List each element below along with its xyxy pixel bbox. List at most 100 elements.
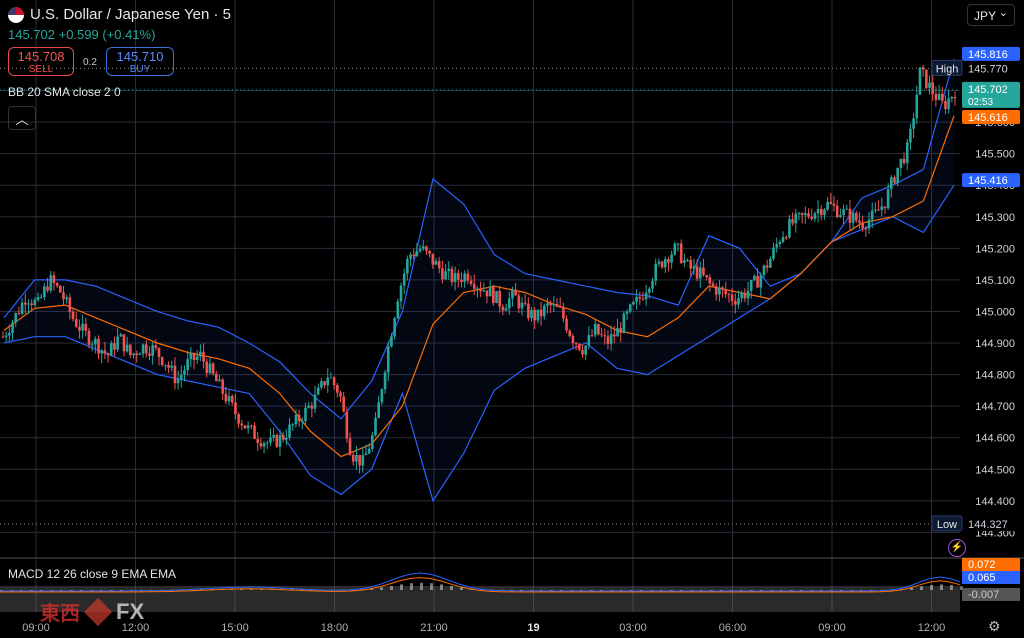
candle-body	[100, 350, 104, 354]
candle-body	[692, 266, 696, 269]
price-label-text: 144.327	[968, 519, 1008, 531]
candle-body	[734, 300, 737, 305]
candle-body	[371, 435, 374, 449]
candle-body	[896, 167, 899, 183]
candle-body	[861, 222, 864, 229]
candle-body	[845, 208, 849, 210]
candle-body	[587, 335, 591, 346]
candle-body	[737, 298, 740, 305]
macd-legend[interactable]: MACD 12 26 close 9 EMA EMA	[8, 567, 176, 581]
currency-select[interactable]: JPY	[967, 2, 1015, 26]
candle-body	[514, 289, 517, 296]
candle-body	[218, 379, 221, 382]
candle-body	[807, 213, 810, 217]
buy-button[interactable]: 145.710 BUY	[106, 47, 174, 76]
bollinger-legend[interactable]: BB 20 SMA close 2 0	[8, 85, 121, 99]
candle-body	[819, 208, 823, 216]
candle-body	[138, 353, 142, 355]
candle-body	[632, 301, 635, 305]
candle-body	[823, 209, 826, 216]
candle-body	[542, 305, 546, 317]
candle-body	[816, 208, 820, 214]
sell-price: 145.708	[17, 49, 65, 64]
candle-body	[683, 260, 686, 263]
candle-body	[622, 313, 626, 333]
candle-body	[144, 344, 148, 354]
candle-body	[749, 280, 753, 291]
candle-body	[842, 209, 845, 216]
x-tick-label: 03:00	[619, 622, 647, 634]
candle-body	[679, 243, 683, 263]
candle-body	[358, 454, 361, 466]
candle-body	[90, 344, 94, 346]
candle-body	[504, 308, 508, 311]
y-tick-label: 144.800	[975, 370, 1015, 382]
y-tick-label: 144.900	[975, 338, 1015, 350]
candle-body	[912, 118, 915, 129]
candle-body	[654, 263, 658, 281]
candle-body	[151, 345, 154, 356]
candle-body	[756, 275, 759, 288]
candle-body	[447, 268, 451, 272]
candle-body	[883, 206, 887, 209]
candle-body	[581, 349, 584, 355]
settings-gear-icon[interactable]: ⚙	[988, 618, 1001, 635]
candle-body	[937, 93, 941, 100]
candle-body	[498, 291, 501, 307]
candle-body	[909, 128, 912, 143]
brand-diamond-icon	[83, 597, 113, 626]
sell-button[interactable]: 145.708 SELL	[8, 47, 74, 76]
candle-body	[721, 287, 724, 290]
candle-body	[804, 213, 807, 216]
candle-body	[320, 381, 323, 388]
candle-body	[619, 328, 622, 333]
candle-body	[676, 243, 680, 245]
candle-body	[135, 353, 139, 355]
candle-body	[746, 290, 750, 299]
candle-body	[931, 82, 935, 95]
buy-price: 145.710	[116, 49, 164, 64]
candle-body	[129, 344, 132, 356]
candle-body	[415, 251, 419, 257]
candle-body	[603, 335, 607, 337]
candle-body	[52, 275, 56, 284]
macd-histogram-bar	[940, 584, 943, 590]
candle-body	[81, 323, 84, 331]
candle-body	[944, 100, 947, 110]
candle-body	[832, 203, 836, 206]
candle-body	[479, 288, 482, 292]
candle-body	[180, 374, 183, 380]
candle-body	[237, 414, 240, 424]
alert-bolt-icon[interactable]: ⚡	[948, 539, 966, 557]
candle-body	[574, 343, 578, 345]
y-tick-label: 144.600	[975, 433, 1015, 445]
candle-body	[215, 373, 218, 382]
candle-body	[689, 259, 693, 269]
price-chart[interactable]: 09:00 12:00 15:00 18:00 21:00 19 03:00 06:00 09:…	[0, 0, 1024, 638]
candle-body	[351, 454, 355, 462]
candle-body	[444, 271, 447, 280]
candle-body	[326, 377, 330, 386]
candle-body	[705, 274, 708, 278]
symbol-header[interactable]: U.S. Dollar / Japanese Yen · 5	[8, 6, 231, 23]
candle-body	[313, 394, 317, 409]
candle-body	[472, 283, 476, 289]
candle-body	[256, 438, 260, 443]
macd-histogram-bar	[390, 585, 393, 590]
candle-body	[781, 237, 785, 242]
collapse-legend-button[interactable]: ︿	[8, 106, 36, 130]
candle-body	[307, 405, 310, 408]
candle-body	[275, 434, 279, 447]
candle-body	[348, 438, 352, 455]
price-label-text: 145.816	[968, 49, 1008, 61]
candle-body	[565, 318, 568, 331]
candle-body	[463, 273, 466, 282]
candle-body	[227, 395, 231, 402]
candle-body	[695, 266, 699, 279]
candle-body	[148, 353, 151, 356]
candle-body	[686, 259, 689, 261]
candle-body	[527, 303, 530, 319]
candle-body	[27, 303, 30, 305]
price-label-text: 145.616	[968, 112, 1008, 124]
candle-body	[20, 302, 24, 314]
